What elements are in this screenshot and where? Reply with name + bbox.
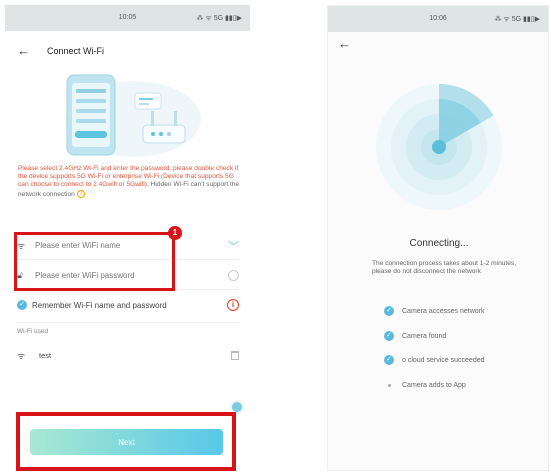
step-label: o cloud service succeeded xyxy=(402,356,485,364)
question-icon[interactable]: ? xyxy=(76,189,85,198)
wifi-used-item[interactable]: ᯤ test xyxy=(17,346,239,364)
status-bar: 10:06 ⁂ ᯤ 5G ▮▮▯▶ xyxy=(328,6,548,32)
checkmark-icon: ✓ xyxy=(384,355,394,365)
progress-step: ✓ Camera found xyxy=(384,330,446,342)
checkmark-icon: ✓ xyxy=(384,306,394,316)
wifi-band-warning: Please select 2.4GHz Wi-Fi and enter the… xyxy=(18,165,240,198)
wifi-used-label: Wi-Fi used xyxy=(17,328,49,335)
chevron-down-icon[interactable]: ﹀ xyxy=(228,238,239,254)
status-icons: ⁂ ᯤ 5G ▮▮▯▶ xyxy=(196,15,242,22)
connecting-screen: 10:06 ⁂ ᯤ 5G ▮▮▯▶ ← Connecting... The co… xyxy=(327,5,549,471)
checkmark-icon: ✓ xyxy=(384,331,394,341)
connecting-description: The connection process takes about 1-2 m… xyxy=(372,260,517,276)
pending-dot-icon xyxy=(384,383,394,387)
radar-scan-icon xyxy=(376,83,502,210)
show-password-icon[interactable] xyxy=(228,270,239,281)
wifi-icon: ᯤ xyxy=(17,350,26,361)
next-button[interactable]: Next xyxy=(30,429,223,455)
phone-router-illustration xyxy=(65,74,201,157)
divider xyxy=(17,322,239,323)
step-label: Camera accesses network xyxy=(402,307,485,315)
fields-highlight-box xyxy=(14,232,175,291)
status-icons: ⁂ ᯤ 5G ▮▮▯▶ xyxy=(494,16,540,23)
back-arrow-icon[interactable]: ← xyxy=(338,36,351,51)
step-badge: 1 xyxy=(168,226,182,240)
status-bar: 10:05 ⁂ ᯤ 5G ▮▮▯▶ xyxy=(5,5,250,31)
progress-step: Camera adds to App xyxy=(384,379,466,391)
wifi-used-name: test xyxy=(39,350,52,360)
back-arrow-icon[interactable]: ← xyxy=(17,43,30,58)
progress-step: ✓ o cloud service succeeded xyxy=(384,354,485,366)
checkmark-icon[interactable]: ✓ xyxy=(17,300,27,310)
page-title: Connect Wi-Fi xyxy=(47,46,105,56)
remember-credentials-row[interactable]: ✓ Remember Wi-Fi name and password i xyxy=(17,295,239,315)
remember-label: Remember Wi-Fi name and password xyxy=(32,300,167,310)
info-icon[interactable]: i xyxy=(227,299,239,311)
progress-step: ✓ Camera accesses network xyxy=(384,305,484,317)
step-label: Camera found xyxy=(402,332,447,340)
connect-wifi-screen: 10:05 ⁂ ᯤ 5G ▮▮▯▶ ← Connect Wi-Fi Please… xyxy=(5,5,250,471)
step-label: Camera adds to App xyxy=(402,381,466,389)
connecting-title: Connecting... xyxy=(409,238,469,249)
trash-icon[interactable] xyxy=(231,350,239,360)
